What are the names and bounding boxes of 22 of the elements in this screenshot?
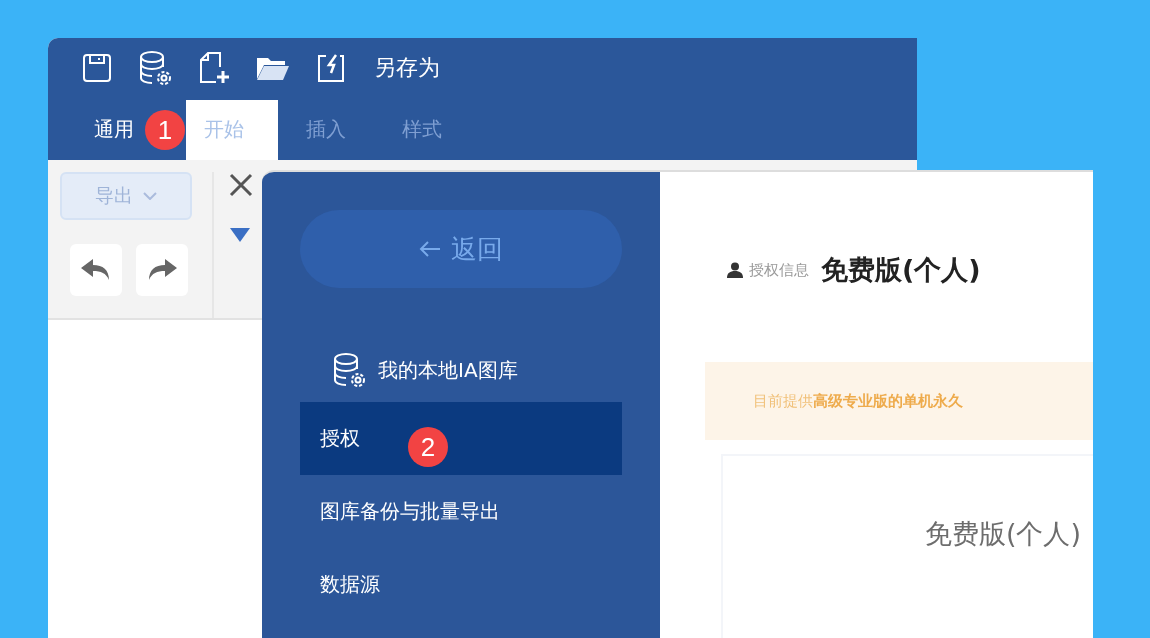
- undo-icon: [81, 259, 111, 281]
- person-icon: [727, 262, 743, 278]
- left-arrow-icon: [419, 240, 441, 258]
- folder-icon[interactable]: [256, 55, 290, 81]
- save-icon[interactable]: [82, 53, 112, 83]
- redo-icon: [147, 259, 177, 281]
- chevron-down-icon: [143, 192, 157, 200]
- tab[interactable]: 通用: [78, 100, 134, 160]
- undo-button[interactable]: [70, 244, 122, 296]
- database-settings-icon: [138, 50, 172, 86]
- save-as-button[interactable]: 另存为: [374, 53, 440, 83]
- plan-name: 免费版(个人): [924, 517, 1081, 551]
- nav-item[interactable]: 我的本地IA图库: [300, 338, 622, 402]
- nav-item[interactable]: 数据源: [300, 548, 622, 621]
- redo-button[interactable]: [136, 244, 188, 296]
- import-icon[interactable]: [316, 52, 346, 84]
- add-file-icon[interactable]: [198, 51, 230, 85]
- notice-text: 目前提供高级专业版的单机永久: [753, 391, 963, 411]
- database-settings-icon: [332, 352, 366, 388]
- license-edition: 免费版(个人): [821, 253, 981, 287]
- license-info-label: 授权信息: [749, 260, 809, 280]
- nav-item[interactable]: 图库备份与批量导出: [300, 475, 622, 548]
